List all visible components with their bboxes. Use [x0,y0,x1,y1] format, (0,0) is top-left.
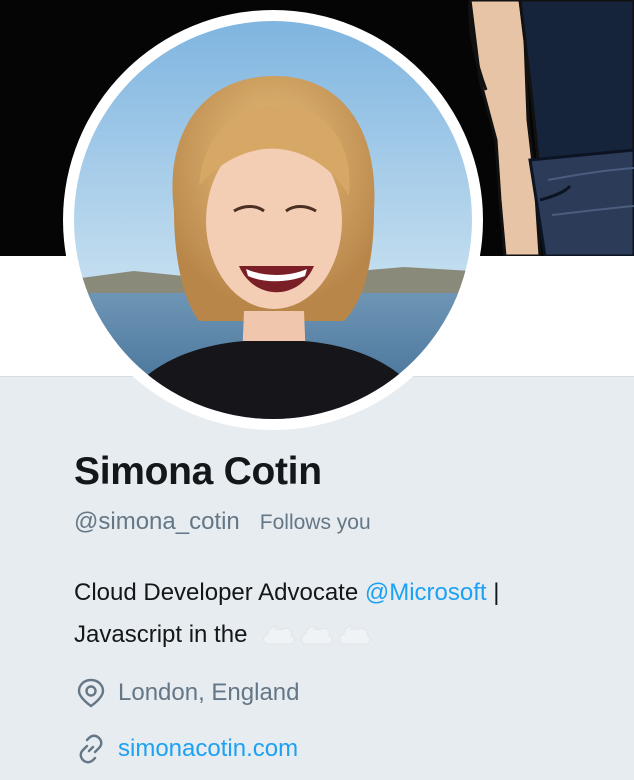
map-pin-icon [74,676,108,710]
follows-you-badge: Follows you [259,511,371,534]
profile-website: simonacotin.com [74,732,298,766]
avatar-photo [74,21,472,419]
cloud-icon [339,626,371,645]
cloud-icon [263,626,295,645]
handle-row: @simona_cotin Follows you [74,508,371,536]
profile-bio: Cloud Developer Advocate @Microsoft | Ja… [74,572,594,656]
bio-text-line2: Javascript in the [74,621,248,648]
cloud-icon [301,626,333,645]
website-link[interactable]: simonacotin.com [118,735,298,763]
bio-mention-link[interactable]: @Microsoft [365,579,487,606]
location-text: London, England [118,679,300,706]
profile-location: London, England [74,676,300,710]
bio-text: Cloud Developer Advocate [74,579,365,606]
profile-name[interactable]: Simona Cotin [74,450,322,494]
avatar[interactable] [74,21,472,419]
profile-handle[interactable]: @simona_cotin [74,508,240,536]
cloud-emoji-group [260,620,374,648]
link-icon [74,732,108,766]
bio-separator: | [486,579,500,606]
